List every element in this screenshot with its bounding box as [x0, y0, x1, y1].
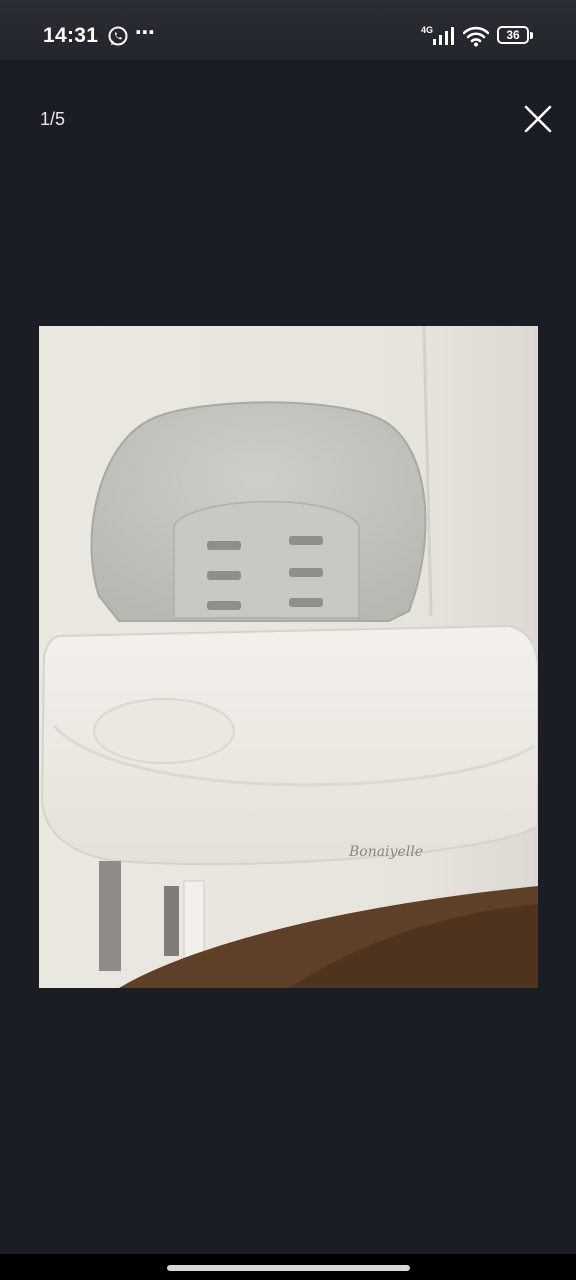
status-time: 14:31 [43, 24, 99, 47]
image-counter: 1/5 [40, 109, 66, 129]
close-icon[interactable] [520, 101, 556, 137]
home-indicator-bar[interactable] [167, 1265, 410, 1271]
high-chair-illustration: Bonaiyelle [39, 326, 538, 988]
battery-tip [530, 32, 533, 39]
brand-mark: Bonaiyelle [348, 844, 423, 860]
more-dots-icon: ⋯ [135, 22, 156, 44]
high-chair-photo: Bonaiyelle [39, 326, 538, 988]
battery-icon: 36 [497, 26, 529, 44]
wifi-icon [463, 26, 489, 47]
whatsapp-icon [108, 26, 128, 46]
signal-icon [433, 27, 454, 45]
